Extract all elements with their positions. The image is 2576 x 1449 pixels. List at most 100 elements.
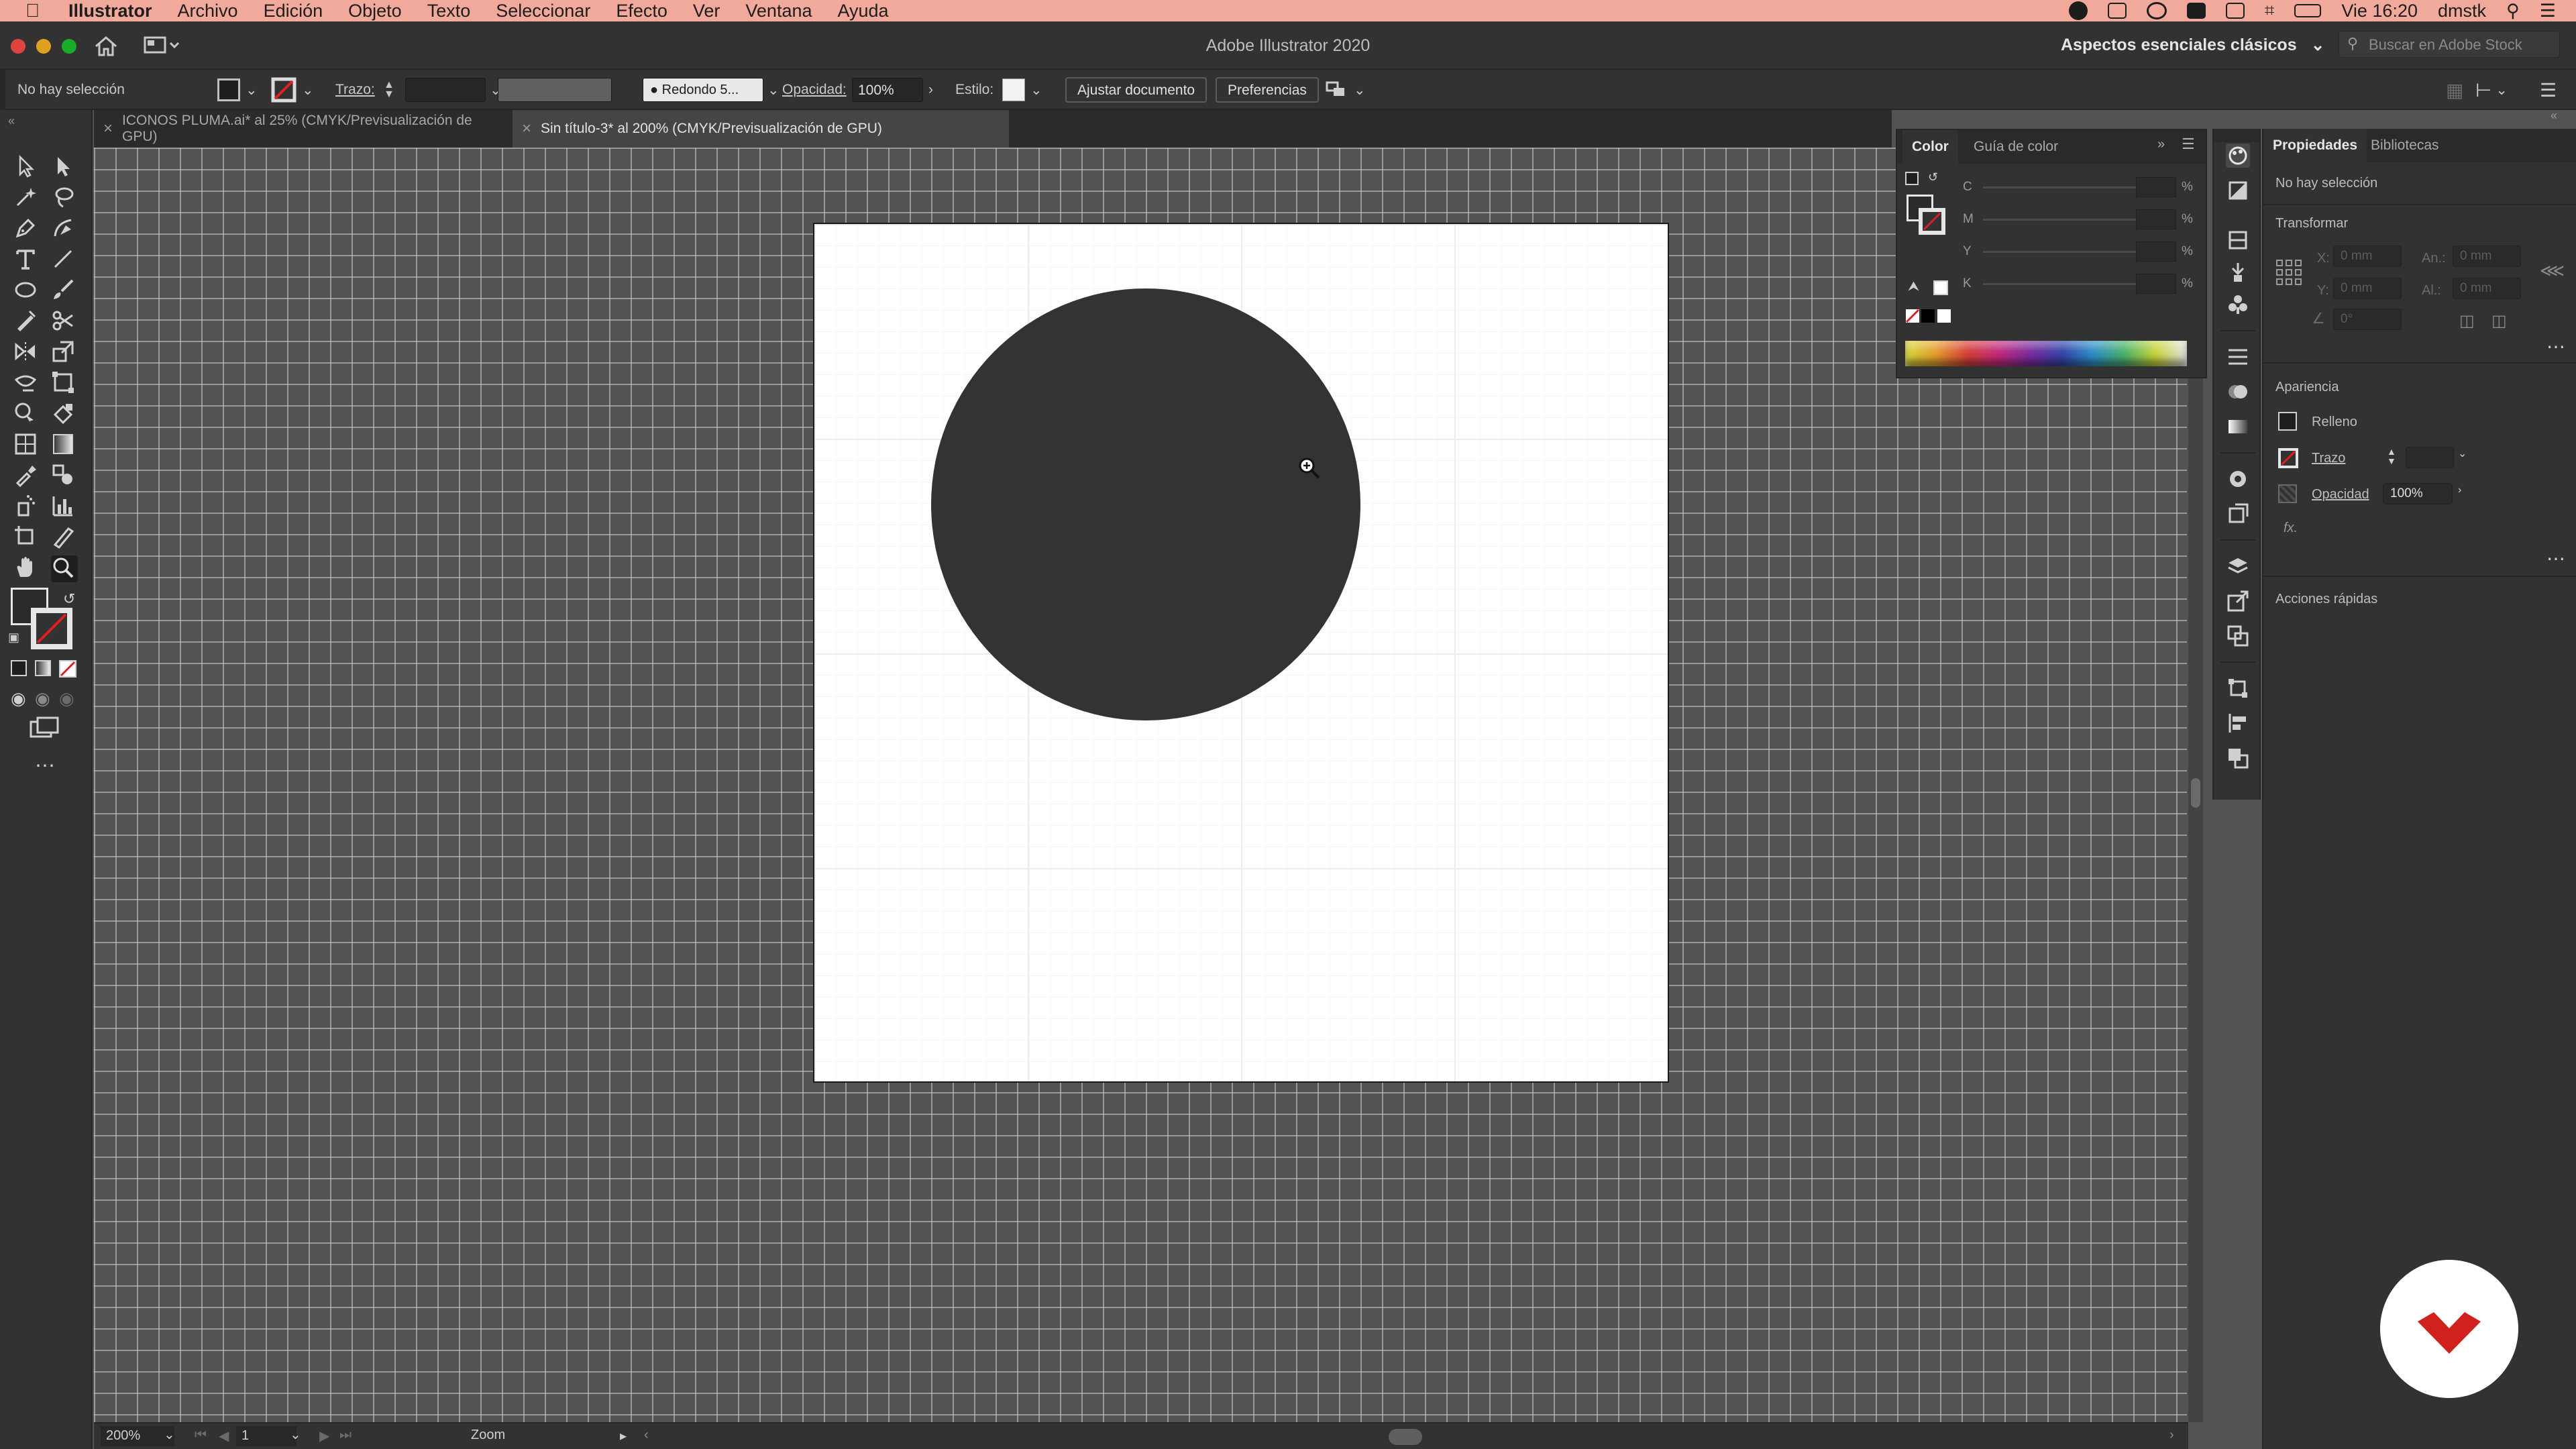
variable-width-profile[interactable]: [498, 70, 612, 110]
notification-center-icon[interactable]: ☰: [2540, 1, 2556, 21]
ellipse-tool-icon[interactable]: [13, 278, 40, 305]
align-panel-icon[interactable]: [2226, 711, 2250, 735]
control-bar-menu-icon[interactable]: ☰: [2540, 70, 2557, 110]
reference-point-icon[interactable]: [2275, 259, 2302, 289]
stroke-swatch[interactable]: ⌄: [271, 70, 314, 110]
scroll-right-icon[interactable]: ›: [2169, 1428, 2174, 1443]
draw-inside-icon[interactable]: ◉: [59, 688, 74, 709]
slider-value-field[interactable]: [2136, 177, 2176, 197]
slider-track[interactable]: [1983, 251, 2136, 253]
slider-track[interactable]: [1983, 283, 2136, 285]
more-options-icon[interactable]: ⋯: [2546, 547, 2565, 570]
reflect-tool-icon[interactable]: [13, 339, 40, 366]
apple-icon[interactable]: : [25, 1, 44, 20]
slider-yellow[interactable]: Y%: [1897, 241, 2208, 262]
column-graph-tool-icon[interactable]: [51, 494, 78, 521]
swap-colors-icon[interactable]: ↺: [63, 590, 75, 608]
transparency-icon[interactable]: [2226, 380, 2250, 404]
chevron-down-icon[interactable]: ⌄: [290, 1426, 301, 1443]
stroke-weight-field[interactable]: ⌄: [405, 70, 502, 110]
airplay-icon[interactable]: [2225, 3, 2245, 19]
stroke-color-swatch[interactable]: [31, 608, 72, 653]
out-of-gamut-icon[interactable]: ⮝: [1908, 279, 1919, 294]
artboard-tool-icon[interactable]: [13, 525, 40, 551]
asset-export-icon[interactable]: [2226, 589, 2250, 613]
hand-tool-icon[interactable]: [13, 555, 40, 582]
live-paint-bucket-icon[interactable]: [51, 401, 78, 428]
line-segment-tool-icon[interactable]: [51, 247, 78, 274]
previous-artboard-icon[interactable]: ◀: [219, 1428, 229, 1444]
default-colors-icon[interactable]: ▣: [8, 631, 19, 645]
paintbrush-tool-icon[interactable]: [51, 278, 78, 305]
fit-document-button[interactable]: Ajustar documento: [1065, 77, 1208, 103]
slider-value-field[interactable]: [2136, 274, 2176, 294]
menu-efecto[interactable]: Efecto: [616, 1, 667, 21]
horizontal-scroll-thumb[interactable]: [1389, 1429, 1422, 1445]
graphic-styles-icon[interactable]: [2226, 502, 2250, 526]
slider-cyan[interactable]: C%: [1897, 177, 2208, 197]
color-guide-icon[interactable]: [2226, 178, 2250, 203]
width-tool-icon[interactable]: [13, 370, 40, 397]
fx-icon[interactable]: fx.: [2284, 521, 2298, 536]
battery-icon[interactable]: [2294, 4, 2322, 17]
magic-wand-tool-icon[interactable]: [13, 185, 40, 212]
status-menu-icon[interactable]: ▸: [620, 1428, 627, 1444]
collapse-panel-icon[interactable]: «: [2551, 109, 2557, 123]
type-tool-icon[interactable]: [13, 247, 40, 274]
slider-track[interactable]: [1983, 186, 2136, 189]
vertical-scroll-thumb[interactable]: [2191, 778, 2200, 808]
selection-tool-icon[interactable]: [13, 154, 40, 181]
color-panel-icon[interactable]: [2226, 144, 2250, 168]
flip-horizontal-icon[interactable]: ◫: [2459, 311, 2475, 331]
x-field[interactable]: 0 mm: [2333, 246, 2402, 267]
stroke-weight-stepper[interactable]: ▲ ▼: [2387, 447, 2396, 466]
stock-search-input[interactable]: ⚲ Buscar en Adobe Stock: [2339, 31, 2560, 58]
direct-selection-tool-icon[interactable]: [51, 154, 78, 181]
y-field[interactable]: 0 mm: [2333, 278, 2402, 299]
fill-swatch[interactable]: ⌄: [217, 70, 258, 110]
graphic-style-swatch[interactable]: ⌄: [1002, 70, 1042, 110]
menu-seleccionar[interactable]: Seleccionar: [496, 1, 590, 21]
menubar-clock[interactable]: Vie 16:20: [2341, 1, 2418, 21]
spotlight-icon[interactable]: ⚲: [2506, 1, 2520, 21]
slider-value-field[interactable]: [2136, 241, 2176, 262]
swatches-icon[interactable]: [2226, 228, 2250, 252]
color-spectrum[interactable]: [1905, 341, 2187, 366]
slider-magenta[interactable]: M%: [1897, 209, 2208, 229]
chevron-down-icon[interactable]: ⌄: [164, 1426, 175, 1443]
draw-normal-icon[interactable]: ◉: [11, 688, 26, 709]
stroke-link-label[interactable]: Trazo: [2312, 451, 2345, 466]
menu-objeto[interactable]: Objeto: [348, 1, 402, 21]
zoom-tool-icon[interactable]: [51, 555, 78, 582]
tab-color[interactable]: Color: [1902, 130, 1958, 164]
align-icon[interactable]: ▦: [2446, 70, 2463, 110]
constrain-proportions-icon[interactable]: ⋘: [2540, 260, 2565, 281]
web-safe-color-icon[interactable]: [1933, 280, 1948, 295]
collapse-panel-icon[interactable]: »: [2157, 137, 2165, 152]
next-artboard-icon[interactable]: ▶: [319, 1428, 329, 1444]
creative-cloud-icon[interactable]: [2068, 1, 2088, 20]
none-swatch[interactable]: [1905, 309, 1920, 327]
color-mode-icon[interactable]: [11, 660, 27, 676]
black-swatch[interactable]: [1921, 309, 1935, 323]
scale-tool-icon[interactable]: [51, 339, 78, 366]
brush-definition-dropdown[interactable]: ● Redondo 5... ⌄: [643, 70, 780, 110]
opacity-link-label[interactable]: Opacidad: [2312, 487, 2369, 502]
opacity-field[interactable]: 100%: [2383, 483, 2453, 504]
app-status-icon[interactable]: [2186, 3, 2206, 19]
white-swatch[interactable]: [1937, 309, 1951, 323]
stroke-panel-icon[interactable]: [2226, 345, 2250, 369]
last-artboard-icon[interactable]: ⏭: [339, 1428, 352, 1443]
menu-app-name[interactable]: Illustrator: [68, 1, 152, 21]
appearance-fill-swatch[interactable]: [2278, 412, 2297, 431]
control-bar-grip[interactable]: [0, 70, 5, 110]
menu-edicion[interactable]: Edición: [264, 1, 323, 21]
scissors-tool-icon[interactable]: [51, 309, 78, 335]
screen-record-icon[interactable]: [2107, 3, 2127, 19]
layers-icon[interactable]: [2226, 554, 2250, 578]
opacity-field[interactable]: 100% ›: [852, 70, 933, 110]
pathfinder-icon[interactable]: [2226, 746, 2250, 770]
menu-archivo[interactable]: Archivo: [178, 1, 238, 21]
artboards-icon[interactable]: [2226, 624, 2250, 648]
perspective-grid-tool-icon[interactable]: [13, 432, 40, 459]
